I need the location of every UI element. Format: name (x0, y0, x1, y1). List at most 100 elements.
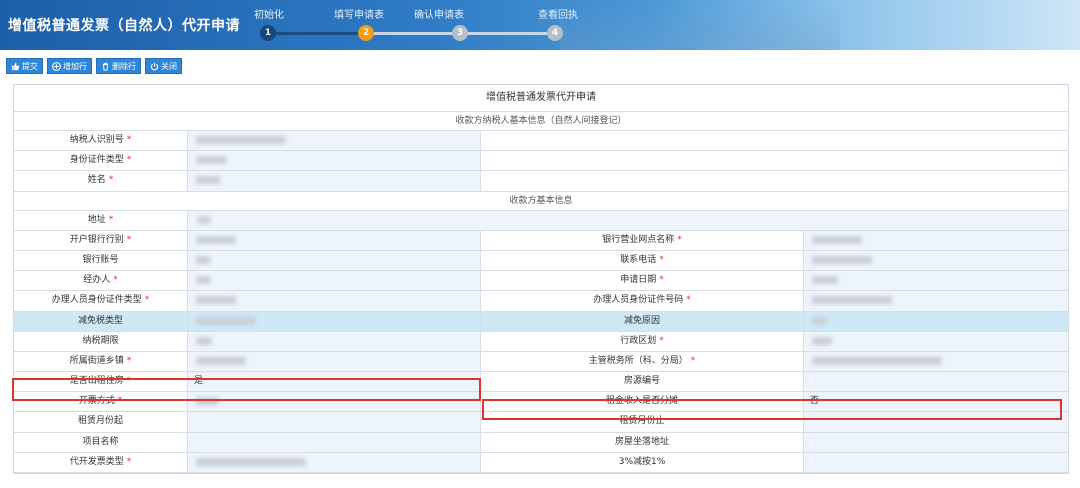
step-label-1: 初始化 (254, 10, 284, 21)
field-label-text: 联系电话 (620, 254, 657, 265)
required-mark: * (108, 175, 114, 186)
field-value[interactable] (804, 230, 1068, 250)
field-label-text: 所属街道乡镇 (69, 355, 124, 366)
field-value[interactable] (188, 331, 481, 351)
redacted-value (196, 336, 212, 345)
field-label: 房屋坐落地址 (481, 432, 804, 452)
section-payee-taxpayer-info: 收款方纳税人基本信息（自然人间接登记） (14, 112, 1068, 131)
required-mark: * (690, 355, 696, 366)
field-value[interactable] (188, 271, 481, 291)
field-value[interactable] (188, 412, 481, 432)
field-label: 行政区划 * (481, 331, 804, 351)
redacted-value (812, 356, 942, 365)
address-field[interactable] (188, 210, 1068, 230)
field-value[interactable] (804, 432, 1068, 452)
step-circle-1: 1 (260, 25, 276, 41)
power-icon (150, 62, 159, 70)
field-value[interactable] (804, 351, 1068, 372)
step-circle-3: 3 (452, 25, 468, 41)
field-label: 身份证件类型 * (14, 151, 188, 171)
required-mark: * (144, 295, 150, 306)
field-label-text: 租赁月份起 (77, 416, 123, 427)
redacted-value (812, 235, 862, 244)
field-label-text: 地址 (87, 214, 106, 225)
field-label-text: 办理人员身份证件类型 (51, 295, 142, 306)
field-label: 申请日期 * (481, 271, 804, 291)
field-value[interactable] (188, 432, 481, 452)
field-label: 办理人员身份证件号码 * (481, 291, 804, 311)
step-label-3: 确认申请表 (414, 10, 464, 21)
field-label: 减免原因 (481, 311, 804, 331)
field-value[interactable] (804, 452, 1068, 472)
submit-button[interactable]: 提交 (6, 58, 43, 74)
required-mark: * (659, 275, 664, 286)
field-value[interactable] (188, 131, 481, 151)
redacted-value (196, 235, 236, 244)
field-label: 主管税务所（科、分局） * (481, 351, 804, 372)
field-label-text: 3%减按1% (618, 456, 666, 467)
step-circle-4: 4 (547, 25, 563, 41)
field-value[interactable] (804, 291, 1068, 311)
field-label: 减免税类型 (14, 311, 188, 331)
field-value[interactable] (188, 151, 481, 171)
field-label: 所属街道乡镇 * (14, 351, 188, 372)
form-row: 纳税人识别号 * (14, 131, 1068, 152)
field-value[interactable] (188, 230, 481, 250)
field-label-text: 姓名 (87, 175, 106, 186)
empty-cell (481, 131, 1068, 150)
field-label-text: 房屋坐落地址 (614, 436, 669, 447)
field-label-text: 主管税务所（科、分局） (588, 355, 688, 366)
redacted-value (196, 136, 286, 144)
field-label-text: 房源编号 (623, 376, 660, 387)
redacted-value (196, 156, 226, 165)
field-value[interactable] (804, 331, 1068, 351)
form-title: 增值税普通发票代开申请 (14, 85, 1068, 112)
field-label-text: 办理人员身份证件号码 (593, 295, 684, 306)
form-row: 减免税类型 减免原因 (14, 311, 1068, 332)
field-label-text: 申请日期 (620, 275, 657, 286)
field-label: 房源编号 (481, 372, 804, 392)
page-title: 增值税普通发票（自然人）代开申请 (8, 18, 240, 34)
field-value[interactable] (188, 452, 481, 472)
field-value[interactable] (188, 250, 481, 271)
field-label-text: 纳税期限 (82, 335, 119, 346)
highlight-box-rent-apportion (482, 399, 1062, 420)
field-value[interactable] (188, 291, 481, 311)
field-label: 姓名 * (14, 171, 188, 191)
required-mark: * (126, 234, 132, 245)
redacted-value (196, 296, 236, 305)
field-label: 代开发票类型 * (14, 452, 188, 472)
redacted-value (196, 276, 210, 285)
redacted-value (196, 356, 246, 365)
required-mark: * (677, 234, 682, 245)
field-value[interactable] (188, 351, 481, 372)
field-value[interactable] (804, 250, 1068, 271)
field-label-text: 减免原因 (623, 315, 660, 326)
add-row-label: 增加行 (63, 61, 87, 71)
field-label: 办理人员身份证件类型 * (14, 291, 188, 311)
redacted-value (196, 176, 220, 185)
field-label: 租赁月份起 (14, 412, 188, 432)
trash-icon (102, 62, 109, 71)
field-label: 项目名称 (14, 432, 188, 452)
field-value[interactable] (804, 271, 1068, 291)
required-mark: * (126, 355, 132, 366)
field-value[interactable] (188, 311, 481, 331)
add-row-button[interactable]: 增加行 (47, 58, 92, 74)
close-button[interactable]: 关闭 (145, 58, 182, 74)
required-mark: * (126, 155, 132, 166)
field-value[interactable] (804, 372, 1068, 392)
field-value[interactable] (188, 171, 481, 191)
required-mark: * (126, 135, 132, 145)
field-label-text: 开户银行行别 (69, 234, 124, 245)
field-label: 经办人 * (14, 271, 188, 291)
required-mark: * (126, 456, 132, 467)
required-mark: * (108, 214, 114, 225)
form-row: 所属街道乡镇 * 主管税务所（科、分局） * (14, 351, 1068, 373)
form-row: 经办人 * 申请日期 * (14, 271, 1068, 292)
form-row: 身份证件类型 * (14, 151, 1068, 172)
submit-label: 提交 (22, 61, 38, 71)
field-value[interactable] (804, 311, 1068, 331)
redacted-value (812, 316, 826, 325)
delete-row-button[interactable]: 删除行 (96, 58, 141, 74)
